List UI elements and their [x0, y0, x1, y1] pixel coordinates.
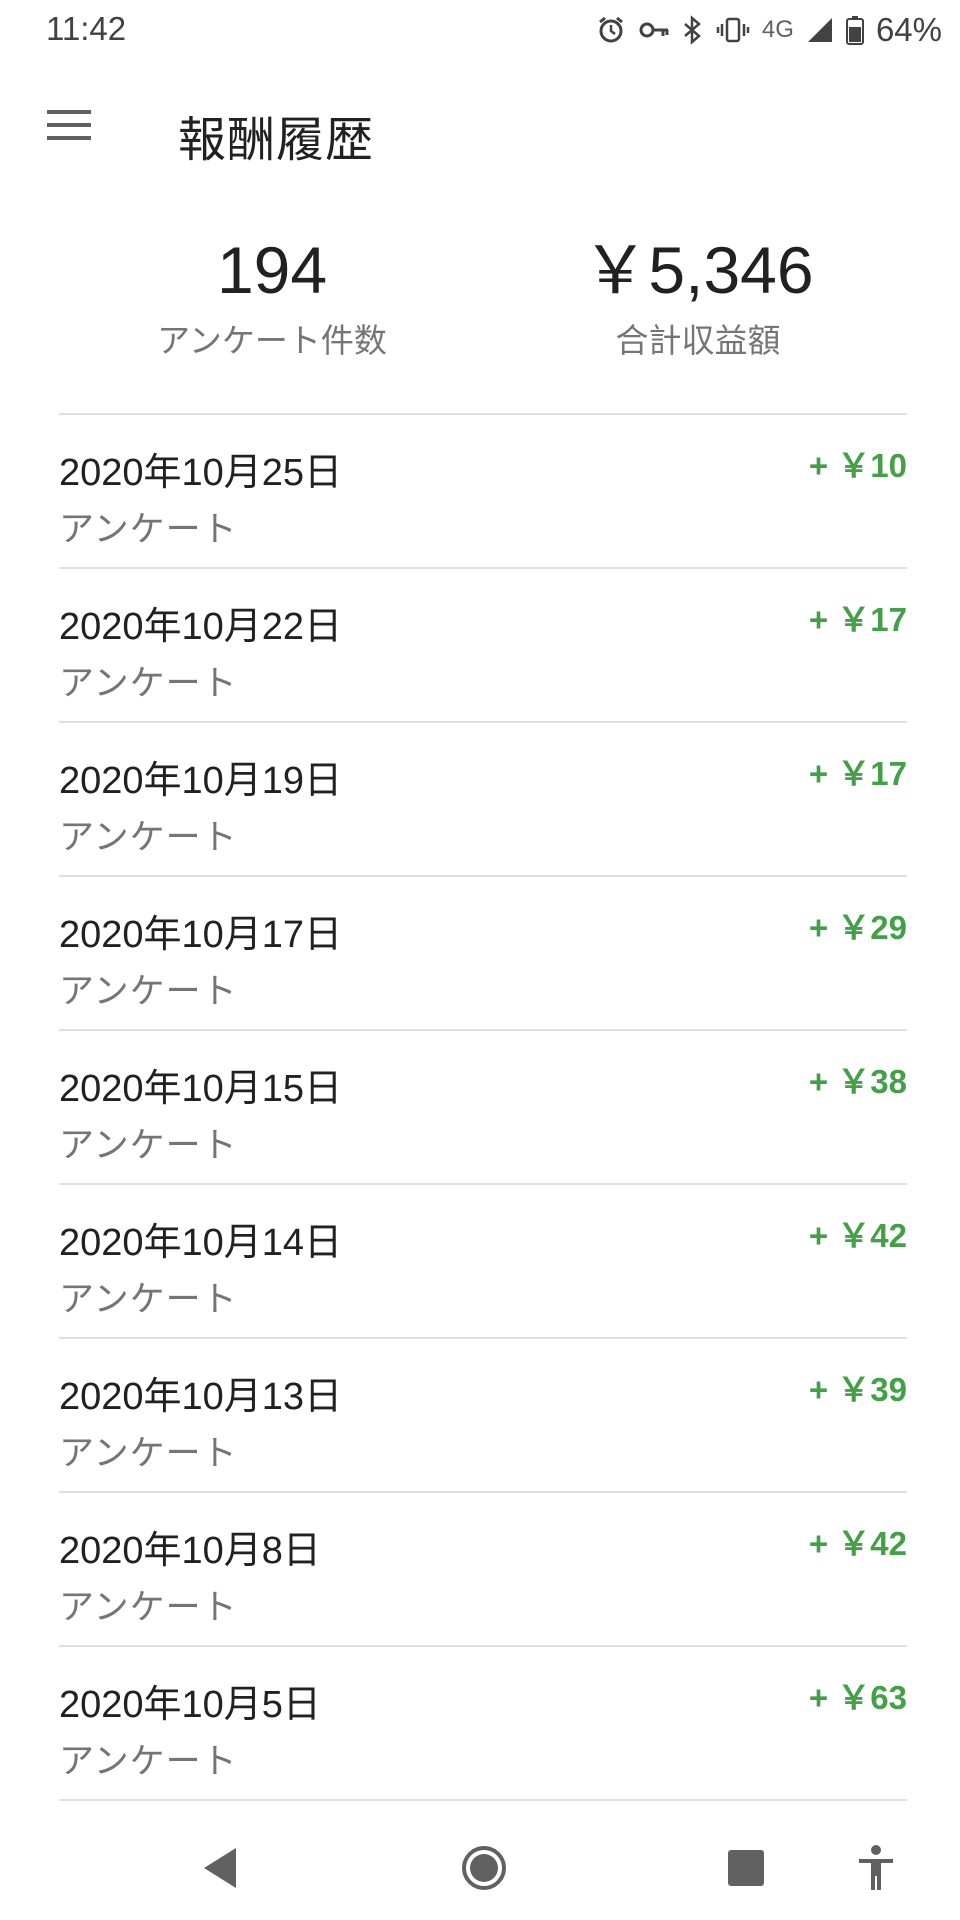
item-amount: + ￥38: [808, 1063, 907, 1100]
menu-button[interactable]: [38, 96, 100, 158]
menu-icon: [45, 107, 93, 148]
battery-icon: [845, 15, 864, 45]
screen: 11:42 4G 64% 報酬履歴 194 アンケート件数 ￥5,346 合計収…: [0, 0, 960, 1920]
app-bar: 報酬履歴: [0, 70, 960, 190]
item-type: アンケート: [59, 1742, 238, 1781]
list-item[interactable]: 2020年10月17日 アンケート + ￥29: [59, 877, 907, 1031]
home-icon: [460, 1844, 508, 1897]
item-type: アンケート: [59, 972, 238, 1011]
item-date: 2020年10月5日: [59, 1684, 321, 1726]
survey-count-label: アンケート件数: [157, 322, 387, 359]
item-type: アンケート: [59, 510, 238, 549]
item-amount: + ￥17: [808, 755, 907, 792]
accessibility-icon: [856, 1844, 896, 1897]
item-type: アンケート: [59, 664, 238, 703]
item-date: 2020年10月15日: [59, 1068, 343, 1110]
back-button[interactable]: [190, 1840, 250, 1900]
item-amount: + ￥29: [808, 909, 907, 946]
reward-history-list: 2020年10月25日 アンケート + ￥10 2020年10月22日 アンケー…: [59, 413, 907, 1801]
accessibility-button[interactable]: [846, 1840, 906, 1900]
item-amount: + ￥17: [808, 601, 907, 638]
item-amount: + ￥10: [808, 447, 907, 484]
list-item[interactable]: 2020年10月22日 アンケート + ￥17: [59, 569, 907, 723]
status-bar: 11:42 4G 64%: [0, 0, 960, 60]
signal-icon: [806, 16, 834, 44]
status-time: 11:42: [46, 10, 127, 47]
home-button[interactable]: [454, 1840, 514, 1900]
total-earnings-label: 合計収益額: [615, 322, 781, 359]
recents-icon: [726, 1848, 766, 1893]
list-item[interactable]: 2020年10月8日 アンケート + ￥42: [59, 1493, 907, 1647]
list-item[interactable]: 2020年10月15日 アンケート + ￥38: [59, 1031, 907, 1185]
list-item[interactable]: 2020年10月14日 アンケート + ￥42: [59, 1185, 907, 1339]
item-date: 2020年10月25日: [59, 452, 343, 494]
item-date: 2020年10月22日: [59, 606, 343, 648]
item-amount: + ￥63: [808, 1679, 907, 1716]
list-item[interactable]: 2020年10月25日 アンケート + ￥10: [59, 415, 907, 569]
item-amount: + ￥42: [808, 1525, 907, 1562]
item-type: アンケート: [59, 1126, 238, 1165]
survey-count-value: 194: [216, 233, 328, 307]
item-type: アンケート: [59, 1588, 238, 1627]
alarm-icon: [596, 15, 626, 45]
item-date: 2020年10月14日: [59, 1222, 343, 1264]
total-earnings-value: ￥5,346: [582, 233, 814, 307]
recents-button[interactable]: [716, 1840, 776, 1900]
summary: 194 アンケート件数 ￥5,346 合計収益額: [0, 230, 960, 380]
item-date: 2020年10月13日: [59, 1376, 343, 1418]
item-date: 2020年10月19日: [59, 760, 343, 802]
item-date: 2020年10月17日: [59, 914, 343, 956]
item-type: アンケート: [59, 1434, 238, 1473]
item-type: アンケート: [59, 1280, 238, 1319]
item-type: アンケート: [59, 818, 238, 857]
system-nav-bar: [0, 1820, 960, 1920]
bluetooth-icon: [682, 15, 704, 45]
list-item[interactable]: 2020年10月5日 アンケート + ￥63: [59, 1647, 907, 1801]
back-icon: [200, 1846, 240, 1895]
item-amount: + ￥42: [808, 1217, 907, 1254]
page-title: 報酬履歴: [178, 114, 375, 167]
vpn-key-icon: [638, 15, 670, 45]
item-amount: + ￥39: [808, 1371, 907, 1408]
total-earnings-block: ￥5,346 合計収益額: [498, 230, 898, 362]
network-type: 4G: [761, 16, 794, 43]
list-item[interactable]: 2020年10月13日 アンケート + ￥39: [59, 1339, 907, 1493]
vibrate-icon: [716, 15, 750, 45]
survey-count-block: 194 アンケート件数: [72, 230, 472, 362]
battery-percent: 64%: [875, 11, 942, 48]
status-icons: 4G 64%: [596, 10, 942, 50]
item-date: 2020年10月8日: [59, 1530, 321, 1572]
list-item[interactable]: 2020年10月19日 アンケート + ￥17: [59, 723, 907, 877]
